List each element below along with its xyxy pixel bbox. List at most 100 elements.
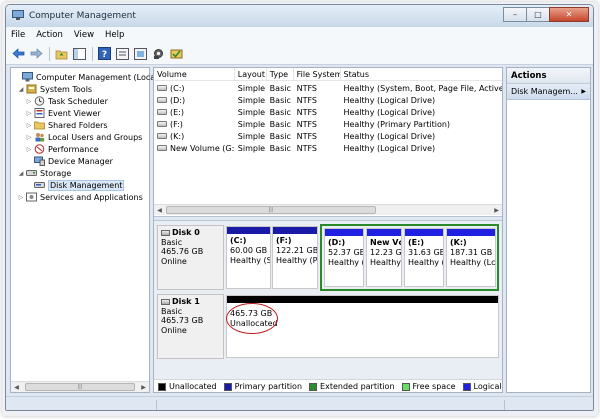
table-row[interactable]: (K:) Simple Basic NTFS Healthy (Logical …: [154, 130, 502, 142]
tree-item-label: Computer Management (Local: [36, 72, 158, 82]
legend-extended-partition: Extended partition: [309, 382, 395, 391]
scroll-left-icon[interactable]: ◀: [154, 205, 165, 215]
partition-k[interactable]: (K:) 187.31 GB Healthy (Lc: [446, 228, 496, 287]
tree-item-storage[interactable]: ◢ Storage: [17, 167, 72, 179]
partition-d[interactable]: (D:) 52.37 GB Healthy (: [324, 228, 364, 287]
volume-name: New Volume (G:): [170, 143, 235, 153]
menu-view[interactable]: View: [74, 30, 94, 40]
menu-action[interactable]: Action: [36, 30, 63, 40]
table-row[interactable]: (D:) Simple Basic NTFS Healthy (Logical …: [154, 94, 502, 106]
volume-type: Basic: [269, 83, 291, 93]
tree-item-disk-management[interactable]: Disk Management: [25, 179, 125, 191]
volume-layout: Simple: [237, 83, 266, 93]
check-disk-icon[interactable]: [169, 46, 184, 61]
partition-g[interactable]: New Vc12.23 GBHealthy: [366, 228, 402, 287]
disk-name: Disk 0: [172, 228, 200, 237]
volume-layout: Simple: [237, 107, 266, 117]
disk-1-label[interactable]: Disk 1 Basic 465.73 GB Online: [157, 294, 224, 359]
scroll-thumb[interactable]: |||: [166, 206, 376, 214]
disk-graphical-view: Disk 0 Basic 465.76 GB Online (C:) 60.00 …: [154, 221, 502, 379]
table-row[interactable]: (C:) Simple Basic NTFS Healthy (System, …: [154, 82, 502, 94]
volume-status: Healthy (Logical Drive): [343, 95, 436, 105]
tree-item-shared-folders[interactable]: ▷ Shared Folders: [25, 119, 108, 131]
volume-type: Basic: [269, 95, 291, 105]
scroll-thumb[interactable]: |||: [25, 383, 135, 391]
column-header-file-system[interactable]: File System: [294, 68, 341, 81]
volume-file-system: NTFS: [296, 119, 318, 129]
actions-disk-management[interactable]: Disk Managem... ▶: [507, 84, 590, 100]
drive-icon: [157, 121, 167, 127]
close-button[interactable]: ✕: [549, 7, 589, 22]
column-header-status[interactable]: Status: [341, 68, 503, 81]
volume-type: Basic: [269, 131, 291, 141]
partition-name: (K:): [450, 238, 467, 247]
menu-bar: File Action View Help: [6, 27, 593, 43]
tree-expander[interactable]: ▷: [25, 110, 33, 117]
legend-free-space: Free space: [401, 382, 456, 391]
tree-item-event-viewer[interactable]: ▷ Event Viewer: [25, 107, 101, 119]
partition-e[interactable]: (E:) 31.63 GB Healthy (: [404, 228, 444, 287]
column-header-type[interactable]: Type: [267, 68, 294, 81]
column-header-volume[interactable]: Volume: [154, 68, 235, 81]
tree-expander[interactable]: ▷: [25, 98, 33, 105]
volume-list-horizontal-scrollbar[interactable]: ◀ ||| ▶: [154, 204, 502, 215]
tree-expander[interactable]: ◢: [17, 86, 25, 93]
drive-icon: [157, 97, 167, 103]
volume-name: (K:): [170, 131, 185, 141]
clock-icon: [34, 96, 45, 106]
tools-icon: [26, 84, 37, 94]
tree-item-label: Device Manager: [48, 156, 113, 166]
disk-0-label[interactable]: Disk 0 Basic 465.76 GB Online: [157, 225, 224, 290]
table-row[interactable]: New Volume (G:) Simple Basic NTFS Health…: [154, 142, 502, 154]
tree-expander[interactable]: ▷: [25, 122, 33, 129]
scroll-left-icon[interactable]: ◀: [11, 382, 22, 392]
partition-name: New Vc: [370, 238, 401, 247]
tree-item-task-scheduler[interactable]: ▷ Task Scheduler: [25, 95, 108, 107]
properties-icon[interactable]: [115, 46, 130, 61]
tree-item-local-users-and-groups[interactable]: ▷ Local Users and Groups: [25, 131, 142, 143]
tree-item-services-and-applications[interactable]: ▷ Services and Applications: [17, 191, 143, 203]
table-row[interactable]: (F:) Simple Basic NTFS Healthy (Primary …: [154, 118, 502, 130]
tree-item-label: System Tools: [40, 84, 93, 94]
connect-icon[interactable]: [133, 46, 148, 61]
tree-expander[interactable]: ▷: [17, 194, 25, 201]
computer-icon: [22, 72, 33, 82]
console-tree-icon[interactable]: [72, 46, 87, 61]
column-header-layout[interactable]: Layout: [235, 68, 267, 81]
title-bar[interactable]: Computer Management – □ ✕: [6, 5, 593, 27]
tree-item-computer-management[interactable]: Computer Management (Local: [13, 71, 157, 83]
settings-icon[interactable]: [151, 46, 166, 61]
help-icon[interactable]: ?: [97, 46, 112, 61]
maximize-button[interactable]: □: [526, 7, 550, 22]
volume-status: Healthy (Primary Partition): [343, 119, 451, 129]
scroll-right-icon[interactable]: ▶: [491, 205, 502, 215]
partition-status: Healthy (: [328, 258, 363, 267]
device-manager-icon: [34, 156, 45, 166]
partition-f[interactable]: (F:) 122.21 GB Healthy (P: [272, 226, 318, 289]
menu-help[interactable]: Help: [105, 30, 124, 40]
tree-horizontal-scrollbar[interactable]: ◀ ||| ▶: [11, 381, 149, 392]
volume-file-system: NTFS: [296, 107, 318, 117]
volume-file-system: NTFS: [296, 83, 318, 93]
disk-size: 465.73 GB: [161, 316, 204, 325]
menu-file[interactable]: File: [11, 30, 25, 40]
scroll-right-icon[interactable]: ▶: [138, 382, 149, 392]
tree-item-performance[interactable]: ▷ Performance: [25, 143, 99, 155]
tree-item-label: Disk Management: [48, 179, 125, 191]
tree-expander[interactable]: ▷: [25, 134, 33, 141]
forward-arrow-icon[interactable]: [29, 46, 44, 61]
partition-name: (C:): [230, 236, 247, 245]
back-arrow-icon[interactable]: [11, 46, 26, 61]
volume-type: Basic: [269, 119, 291, 129]
tree-item-system-tools[interactable]: ◢ System Tools: [17, 83, 92, 95]
performance-icon: [34, 144, 45, 154]
tree-expander[interactable]: ▷: [25, 146, 33, 153]
tree-expander[interactable]: ◢: [17, 170, 25, 177]
volume-layout: Simple: [237, 143, 266, 153]
minimize-button[interactable]: –: [503, 7, 527, 22]
svg-text:?: ?: [102, 50, 107, 60]
partition-c[interactable]: (C:) 60.00 GB I Healthy (S: [226, 226, 271, 289]
tree-item-device-manager[interactable]: Device Manager: [25, 155, 113, 167]
up-folder-icon[interactable]: [54, 46, 69, 61]
table-row[interactable]: (E:) Simple Basic NTFS Healthy (Logical …: [154, 106, 502, 118]
